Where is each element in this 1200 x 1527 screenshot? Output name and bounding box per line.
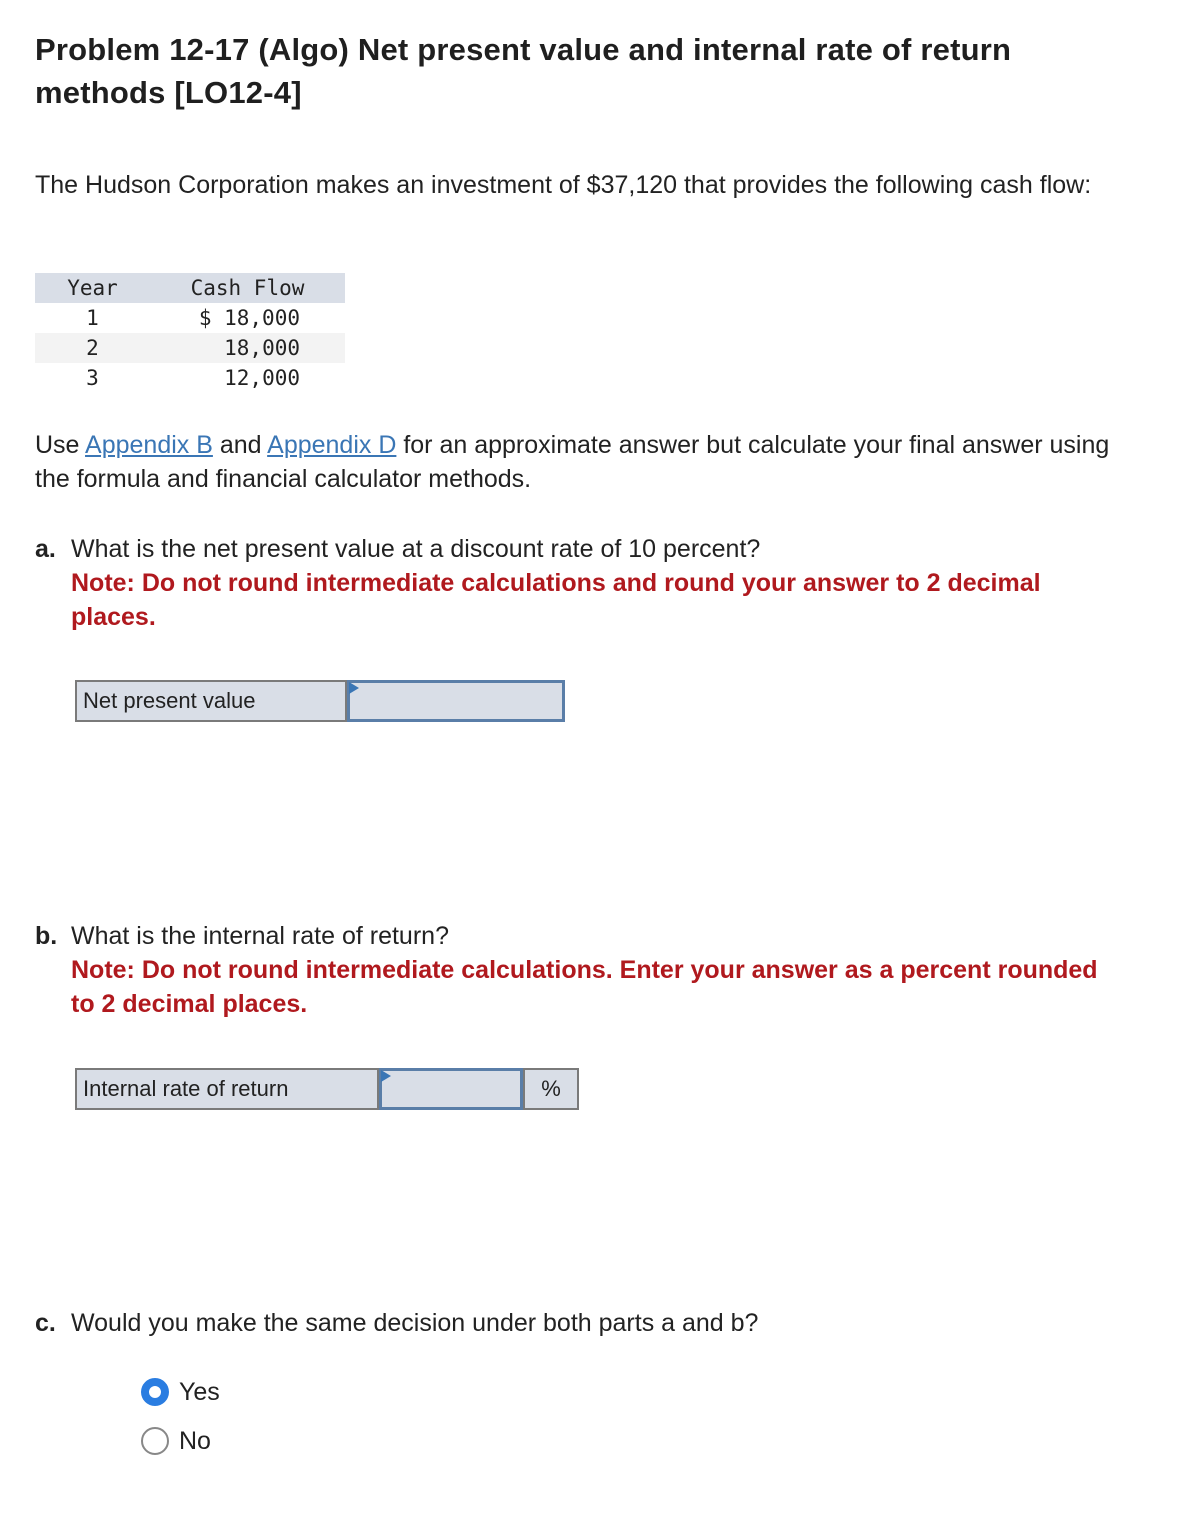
- appendix-d-link[interactable]: Appendix D: [267, 431, 396, 459]
- required-marker-icon: [349, 682, 359, 694]
- year-cell: 3: [86, 366, 99, 390]
- question-b-text: What is the internal rate of return?: [71, 922, 449, 950]
- year-cell: 1: [86, 306, 99, 330]
- radio-option-yes[interactable]: Yes: [141, 1375, 220, 1409]
- radio-selected-icon[interactable]: [141, 1378, 169, 1406]
- year-cell: 2: [86, 336, 99, 360]
- cash-flow-cell: 12,000: [224, 366, 300, 390]
- table-row: 1 $ 18,000: [35, 303, 345, 333]
- table-header-row: Year Cash Flow: [35, 273, 345, 303]
- required-marker-icon: [381, 1070, 391, 1082]
- irr-answer-row: Internal rate of return %: [75, 1068, 579, 1110]
- radio-label-no: No: [179, 1426, 211, 1455]
- question-b-note: Note: Do not round intermediate calculat…: [71, 956, 1098, 1018]
- appendix-b-link[interactable]: Appendix B: [85, 431, 213, 459]
- radio-unselected-icon[interactable]: [141, 1427, 169, 1455]
- table-row: 2 18,000: [35, 333, 345, 363]
- question-a-label: a.: [35, 535, 56, 563]
- cash-flow-cell: $ 18,000: [198, 306, 300, 330]
- irr-input[interactable]: [382, 1071, 520, 1107]
- problem-title: Problem 12-17 (Algo) Net present value a…: [35, 32, 1012, 110]
- table-row: 3 12,000: [35, 363, 345, 393]
- problem-intro: The Hudson Corporation makes an investme…: [35, 171, 1092, 199]
- question-a-text: What is the net present value at a disco…: [71, 535, 761, 563]
- npv-input[interactable]: [350, 683, 562, 719]
- question-a-note: Note: Do not round intermediate calculat…: [71, 569, 1041, 631]
- question-c-label: c.: [35, 1309, 56, 1337]
- radio-label-yes: Yes: [179, 1377, 220, 1406]
- question-c-text: Would you make the same decision under b…: [71, 1309, 759, 1337]
- question-b-label: b.: [35, 922, 58, 950]
- question-b: b. What is the internal rate of return? …: [35, 919, 1125, 1021]
- instructions-prefix: Use: [35, 431, 86, 459]
- cash-flow-table: Year Cash Flow 1 $ 18,000 2 18,000 3 12,…: [35, 273, 345, 393]
- decision-radio-group: Yes No: [141, 1375, 220, 1473]
- irr-field-label: Internal rate of return: [75, 1068, 379, 1110]
- irr-input-cell[interactable]: [379, 1068, 523, 1110]
- instructions-text: Use Appendix B and Appendix D for an app…: [35, 428, 1115, 496]
- radio-option-no[interactable]: No: [141, 1424, 220, 1458]
- npv-field-label: Net present value: [75, 680, 347, 722]
- column-header-cash-flow: Cash Flow: [190, 276, 305, 300]
- column-header-year: Year: [67, 276, 118, 300]
- question-a: a. What is the net present value at a di…: [35, 532, 1125, 634]
- npv-input-cell[interactable]: [347, 680, 565, 722]
- npv-answer-row: Net present value: [75, 680, 565, 722]
- instructions-middle: and: [212, 431, 268, 459]
- question-c: c. Would you make the same decision unde…: [35, 1306, 1125, 1340]
- cash-flow-cell: 18,000: [224, 336, 300, 360]
- percent-unit-label: %: [523, 1068, 579, 1110]
